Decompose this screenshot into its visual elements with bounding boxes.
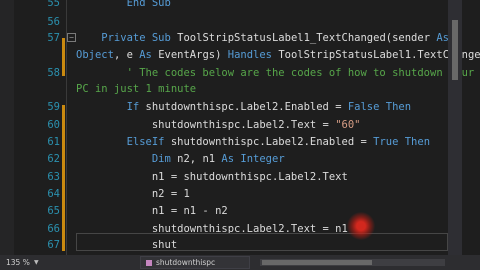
code-token: n1 = shutdownthispc.Label2.Text <box>76 171 348 183</box>
line-number: 65 <box>47 205 60 217</box>
code-line[interactable]: 55 End Sub <box>0 0 448 13</box>
code-line[interactable]: 62 Dim n2, n1 As Integer <box>0 150 448 169</box>
code-text[interactable]: If shutdownthispc.Label2.Enabled = False… <box>76 98 412 117</box>
code-line[interactable]: 65 n1 = n1 - n2 <box>0 202 448 221</box>
code-token: ToolStripStatusLabel1_TextChanged(sender <box>177 32 437 44</box>
code-line[interactable]: PC in just 1 minute <box>0 80 448 99</box>
editor-bottom-bar: 135 % ▼ shutdownthispc <box>0 255 480 270</box>
code-token: shutdownthispc.Label2.Enabled = <box>145 101 348 113</box>
class-icon <box>146 260 152 266</box>
code-token: As <box>139 49 159 61</box>
line-number: 55 <box>47 0 60 9</box>
code-text[interactable]: n1 = n1 - n2 <box>76 202 228 221</box>
code-text[interactable]: Object, e As EventArgs) Handles ToolStri… <box>76 46 480 65</box>
code-token: n2 = 1 <box>76 188 190 200</box>
line-number: 59 <box>47 101 60 113</box>
code-token: n2, n1 <box>177 153 222 165</box>
horizontal-scroll-thumb[interactable] <box>262 260 372 265</box>
code-token: n1 = n1 - n2 <box>76 205 228 217</box>
code-token: Object <box>76 49 114 61</box>
code-token: Private Sub <box>76 32 178 44</box>
code-editor[interactable]: 55 End Sub 56 57 Private Sub ToolStripStat… <box>0 0 480 255</box>
navigation-dropdown[interactable]: shutdownthispc <box>140 256 250 269</box>
chevron-down-icon[interactable]: ▼ <box>34 255 39 270</box>
code-text[interactable]: Dim n2, n1 As Integer <box>76 150 285 169</box>
navigation-label: shutdownthispc <box>156 258 216 267</box>
code-token: If <box>76 101 146 113</box>
code-text[interactable]: PC in just 1 minute <box>76 80 196 99</box>
code-token: Dim <box>76 153 178 165</box>
code-token: ElseIf <box>76 136 171 148</box>
code-token: "60" <box>335 119 361 131</box>
code-token: End Sub <box>76 0 171 9</box>
code-token: ' The codes below are the codes of how t… <box>76 67 475 79</box>
line-number: 67 <box>47 239 60 251</box>
code-token: PC in just 1 minute <box>76 83 197 95</box>
code-text[interactable]: End Sub <box>76 0 171 13</box>
code-token: EventArgs) <box>158 49 228 61</box>
mouse-click-indicator <box>347 212 375 240</box>
code-token: , e <box>113 49 140 61</box>
collapse-icon[interactable]: − <box>67 33 76 42</box>
code-line[interactable]: Object, e As EventArgs) Handles ToolStri… <box>0 46 480 65</box>
code-token: shutdownthispc.Label2.Enabled = <box>170 136 374 148</box>
code-token: As Integer <box>221 153 285 165</box>
zoom-level[interactable]: 135 % <box>6 255 30 270</box>
code-token: shutdownthispc.Label2.Text = <box>76 119 336 131</box>
vertical-scroll-thumb[interactable] <box>452 20 458 80</box>
code-token: True Then <box>373 136 431 148</box>
code-token: False Then <box>347 101 412 113</box>
line-number: 62 <box>47 153 60 165</box>
code-line[interactable]: 59 If shutdownthispc.Label2.Enabled = Fa… <box>0 98 448 117</box>
code-token: Handles <box>227 49 279 61</box>
current-line-highlight <box>76 233 448 251</box>
